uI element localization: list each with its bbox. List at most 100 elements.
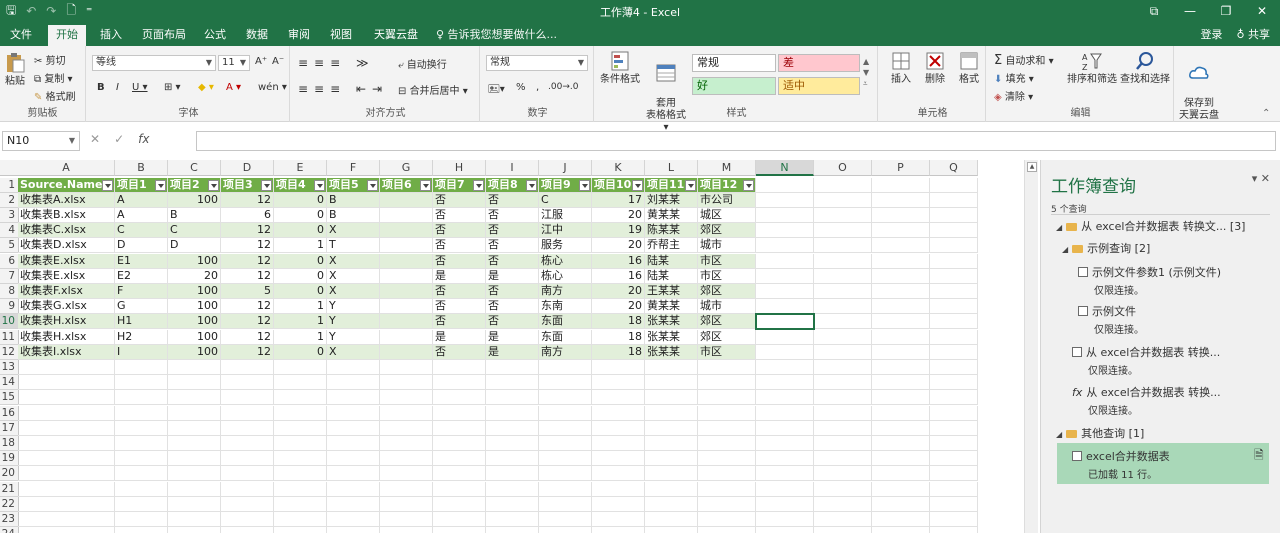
row-header[interactable]: 6	[0, 253, 19, 269]
cell-a19[interactable]	[18, 451, 115, 467]
cell-m3[interactable]: 城区	[698, 207, 756, 224]
tab-file[interactable]: 文件	[2, 25, 40, 46]
cell-b11[interactable]: H2	[115, 329, 168, 345]
cell-d6[interactable]: 12	[221, 253, 274, 269]
cell-d4[interactable]: 12	[221, 223, 274, 239]
cell-p4[interactable]	[872, 223, 930, 239]
italic-button[interactable]: I	[116, 82, 119, 93]
cell-m17[interactable]	[698, 420, 756, 436]
cell-d12[interactable]: 12	[221, 344, 274, 360]
cell-e9[interactable]: 1	[274, 299, 327, 315]
horizontal-align-buttons[interactable]: ≡≡≡ ⇤⇥	[298, 82, 388, 96]
cell-g1[interactable]: 项目6	[380, 177, 433, 193]
cell-c4[interactable]: C	[168, 223, 221, 239]
collapse-ribbon-icon[interactable]: ⌃	[1262, 108, 1270, 119]
row-header[interactable]: 24	[0, 527, 19, 533]
cell-n21[interactable]	[756, 481, 814, 497]
cell-k8[interactable]: 20	[592, 283, 645, 300]
cell-q18[interactable]	[930, 435, 978, 452]
filter-dropdown-icon[interactable]	[473, 179, 484, 191]
style-normal[interactable]: 常规	[692, 54, 776, 72]
cell-c13[interactable]	[168, 359, 221, 376]
cell-p2[interactable]	[872, 192, 930, 208]
row-header[interactable]: 22	[0, 496, 19, 512]
cell-j6[interactable]: 栋心	[539, 253, 592, 269]
cell-b24[interactable]	[115, 527, 168, 533]
cell-n18[interactable]	[756, 435, 814, 452]
cell-c10[interactable]: 100	[168, 314, 221, 330]
number-format-select[interactable]: 常规 ▼	[486, 55, 588, 71]
cell-h10[interactable]: 否	[433, 314, 486, 330]
cell-k4[interactable]: 19	[592, 223, 645, 239]
cell-i7[interactable]: 是	[486, 268, 539, 284]
restore-button[interactable]: ❐	[1208, 0, 1244, 22]
phonetic-button[interactable]: wén ▾	[258, 82, 287, 93]
cell-c11[interactable]: 100	[168, 329, 221, 345]
cell-b10[interactable]: H1	[115, 314, 168, 330]
cell-m20[interactable]	[698, 466, 756, 482]
cell-m6[interactable]: 市区	[698, 253, 756, 269]
cell-i2[interactable]: 否	[486, 192, 539, 208]
cell-k15[interactable]	[592, 390, 645, 406]
cell-k17[interactable]	[592, 420, 645, 436]
cell-l3[interactable]: 黄某某	[645, 207, 698, 224]
cell-a12[interactable]: 收集表I.xlsx	[18, 344, 115, 360]
cell-h23[interactable]	[433, 511, 486, 528]
cell-d10[interactable]: 12	[221, 314, 274, 330]
cell-b8[interactable]: F	[115, 283, 168, 300]
cell-m7[interactable]: 市区	[698, 268, 756, 284]
cell-p10[interactable]	[872, 314, 930, 330]
cell-n9[interactable]	[756, 299, 814, 315]
cell-o15[interactable]	[814, 390, 872, 406]
cell-f15[interactable]	[327, 390, 380, 406]
row-header[interactable]: 8	[0, 283, 19, 300]
cell-h16[interactable]	[433, 405, 486, 421]
cell-a14[interactable]	[18, 375, 115, 391]
cell-b5[interactable]: D	[115, 238, 168, 254]
cell-n11[interactable]	[756, 329, 814, 345]
tab-home[interactable]: 开始	[48, 25, 86, 46]
sign-in-link[interactable]: 登录	[1200, 25, 1222, 45]
cell-i8[interactable]: 否	[486, 283, 539, 300]
copy-button[interactable]: ⧉ 复制 ▾	[34, 70, 73, 85]
cell-i21[interactable]	[486, 481, 539, 497]
cell-i22[interactable]	[486, 496, 539, 512]
cell-p20[interactable]	[872, 466, 930, 482]
cell-m21[interactable]	[698, 481, 756, 497]
collapse-icon[interactable]: ◢	[1062, 245, 1068, 254]
cell-p9[interactable]	[872, 299, 930, 315]
cell-e15[interactable]	[274, 390, 327, 406]
cell-k5[interactable]: 20	[592, 238, 645, 254]
cell-o1[interactable]	[814, 177, 872, 193]
cell-k1[interactable]: 项目10	[592, 177, 645, 193]
worksheet-grid[interactable]: A B C D E F G H I J K L M N O P Q 1 Source.Name 项目1 项目2 项目3 项目…	[0, 160, 1022, 533]
cell-j18[interactable]	[539, 435, 592, 452]
cell-g20[interactable]	[380, 466, 433, 482]
cell-d17[interactable]	[221, 420, 274, 436]
cell-k24[interactable]	[592, 527, 645, 533]
cell-n19[interactable]	[756, 451, 814, 467]
cell-j17[interactable]	[539, 420, 592, 436]
cell-g24[interactable]	[380, 527, 433, 533]
filter-dropdown-icon[interactable]	[208, 179, 219, 191]
cell-l17[interactable]	[645, 420, 698, 436]
cell-o2[interactable]	[814, 192, 872, 208]
cell-q7[interactable]	[930, 268, 978, 284]
cell-p21[interactable]	[872, 481, 930, 497]
cell-m4[interactable]: 郊区	[698, 223, 756, 239]
query-sample-file[interactable]: 示例文件 仅限连接。	[1078, 303, 1144, 336]
cell-l6[interactable]: 陆某	[645, 253, 698, 269]
cell-p23[interactable]	[872, 511, 930, 528]
query-merged-table[interactable]: excel合并数据表 已加载 11 行。	[1072, 448, 1170, 481]
cell-f19[interactable]	[327, 451, 380, 467]
row-header[interactable]: 19	[0, 451, 19, 467]
cell-a1[interactable]: Source.Name	[18, 177, 115, 193]
cell-c21[interactable]	[168, 481, 221, 497]
cell-c2[interactable]: 100	[168, 192, 221, 208]
column-header-k[interactable]: K	[592, 160, 645, 176]
cell-a16[interactable]	[18, 405, 115, 421]
cell-d24[interactable]	[221, 527, 274, 533]
cell-g17[interactable]	[380, 420, 433, 436]
cell-o10[interactable]	[814, 314, 872, 330]
cell-c7[interactable]: 20	[168, 268, 221, 284]
